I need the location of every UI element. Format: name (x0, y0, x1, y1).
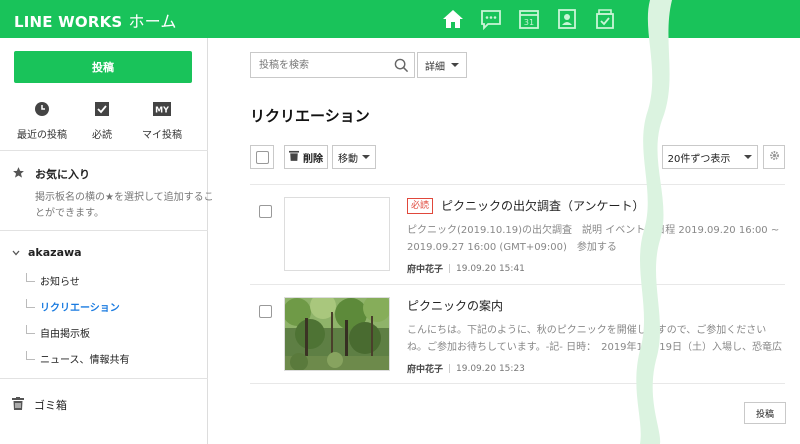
page-title: リクリエーション (250, 107, 370, 125)
sidebar-item-free-board[interactable]: 自由掲示板 (26, 319, 202, 345)
brand[interactable]: LINE WORKS ホーム (14, 8, 177, 32)
search-input[interactable] (251, 53, 386, 78)
quick-links: 最近の投稿 必読 MY マイ投稿 (0, 100, 208, 141)
caret-down-icon (451, 63, 459, 67)
board-group: akazawa お知らせ リクリエーション 自由掲示板 ニュース、情報共有 (12, 246, 202, 371)
calendar-day: 31 (524, 18, 534, 27)
post-list: 必読 ピクニックの出欠調査（アンケート） ピクニック(2019.10.19)の出… (250, 184, 785, 384)
post-meta: 府中花子 19.09.20 15:23 (407, 362, 785, 376)
my-icon-text: MY (155, 106, 169, 115)
quick-recent-posts[interactable]: 最近の投稿 (12, 100, 72, 141)
post-thumbnail[interactable] (284, 197, 390, 271)
list-item[interactable]: ピクニックの案内 こんにちは。下記のように、秋のピクニックを開催しますので、ご参… (250, 284, 785, 384)
my-icon: MY (132, 100, 192, 118)
board-group-name: akazawa (28, 246, 82, 259)
star-icon (12, 166, 25, 182)
trash-icon (12, 397, 24, 413)
post-checkbox[interactable] (259, 305, 272, 318)
post-title-row: ピクニックの案内 (407, 297, 785, 314)
quick-recent-label: 最近の投稿 (17, 130, 67, 141)
post-checkbox[interactable] (259, 205, 272, 218)
delete-label: 削除 (303, 153, 323, 165)
gear-icon (769, 150, 780, 164)
move-label: 移動 (338, 153, 358, 165)
post-date: 19.09.20 15:41 (456, 263, 525, 274)
checkbox-icon (72, 100, 132, 118)
post-content: ピクニックの案内 こんにちは。下記のように、秋のピクニックを開催しますので、ご参… (407, 297, 785, 375)
post-author[interactable]: 府中花子 (407, 262, 443, 275)
quick-must-read[interactable]: 必読 (72, 100, 132, 141)
home-icon[interactable] (440, 6, 466, 32)
must-read-badge: 必読 (407, 197, 434, 214)
trash-link[interactable]: ゴミ箱 (12, 397, 67, 413)
detail-label: 詳細 (425, 61, 445, 73)
per-page-select[interactable]: 20件ずつ表示 (662, 145, 758, 169)
favorites-title[interactable]: お気に入り (12, 166, 215, 182)
top-bar: LINE WORKS ホーム 31 (0, 0, 800, 38)
quick-my-posts[interactable]: MY マイ投稿 (132, 100, 192, 141)
post-date: 19.09.20 15:23 (456, 363, 525, 374)
post-meta: 府中花子 19.09.20 15:41 (407, 262, 785, 276)
trash-icon (289, 150, 299, 164)
sidebar-item-announcements[interactable]: お知らせ (26, 267, 202, 293)
sidebar: 投稿 最近の投稿 必読 MY マイ投稿 お気に入り 掲示板名の横の★を選択して追… (0, 38, 214, 444)
post-button-bottom[interactable]: 投稿 (744, 402, 786, 424)
per-page-label: 20件ずつ表示 (667, 153, 731, 165)
list-toolbar: 削除 移動 20件ずつ表示 (250, 145, 785, 169)
task-icon[interactable] (592, 6, 618, 32)
post-excerpt[interactable]: こんにちは。下記のように、秋のピクニックを開催しますので、ご参加くださいね。ご参… (407, 322, 785, 356)
forest-photo (285, 298, 389, 370)
contacts-icon[interactable] (554, 6, 580, 32)
caret-down-icon (362, 155, 370, 159)
list-item[interactable]: 必読 ピクニックの出欠調査（アンケート） ピクニック(2019.10.19)の出… (250, 184, 785, 284)
brand-logo-text: LINE WORKS (14, 13, 123, 31)
trash-label: ゴミ箱 (34, 399, 67, 412)
quick-must-read-label: 必読 (92, 130, 112, 141)
checkbox (255, 150, 269, 164)
favorites-label: お気に入り (35, 168, 90, 181)
post-excerpt[interactable]: ピクニック(2019.10.19)の出欠調査 説明 イベント 日程 2019.0… (407, 222, 785, 256)
favorites-description: 掲示板名の横の★を選択して追加することができます。 (35, 192, 214, 219)
post-title[interactable]: ピクニックの案内 (407, 297, 503, 314)
board-group-title[interactable]: akazawa (12, 246, 202, 259)
post-thumbnail-forest-photo[interactable] (284, 297, 390, 371)
sidebar-item-news[interactable]: ニュース、情報共有 (26, 345, 202, 371)
post-title[interactable]: ピクニックの出欠調査（アンケート） (441, 197, 645, 214)
move-button[interactable]: 移動 (332, 145, 376, 169)
select-all-checkbox[interactable] (250, 145, 274, 169)
clock-icon (12, 100, 72, 118)
divider (0, 230, 208, 231)
search-icon[interactable] (394, 58, 409, 77)
calendar-icon[interactable]: 31 (516, 6, 542, 32)
post-content: 必読 ピクニックの出欠調査（アンケート） ピクニック(2019.10.19)の出… (407, 197, 785, 275)
settings-button[interactable] (763, 145, 785, 169)
divider (449, 264, 451, 273)
favorites-section: お気に入り 掲示板名の横の★を選択して追加することができます。 (12, 166, 215, 222)
section-title: ホーム (128, 12, 177, 31)
post-author[interactable]: 府中花子 (407, 362, 443, 375)
board-list: お知らせ リクリエーション 自由掲示板 ニュース、情報共有 (26, 267, 202, 371)
new-post-button[interactable]: 投稿 (14, 51, 192, 83)
caret-down-icon (744, 155, 753, 159)
chat-icon[interactable] (478, 6, 504, 32)
post-title-row: 必読 ピクニックの出欠調査（アンケート） (407, 197, 785, 214)
sidebar-item-recreation[interactable]: リクリエーション (26, 293, 202, 319)
quick-my-posts-label: マイ投稿 (142, 130, 182, 141)
detail-search-button[interactable]: 詳細 (417, 52, 467, 78)
divider (0, 378, 208, 379)
divider (449, 364, 451, 373)
main-content: 詳細 リクリエーション 削除 移動 20件ずつ表示 (208, 38, 800, 444)
delete-button[interactable]: 削除 (284, 145, 328, 169)
chevron-down-icon (12, 246, 20, 259)
divider (0, 150, 208, 151)
search-box (250, 52, 415, 78)
top-nav: 31 (440, 6, 618, 32)
